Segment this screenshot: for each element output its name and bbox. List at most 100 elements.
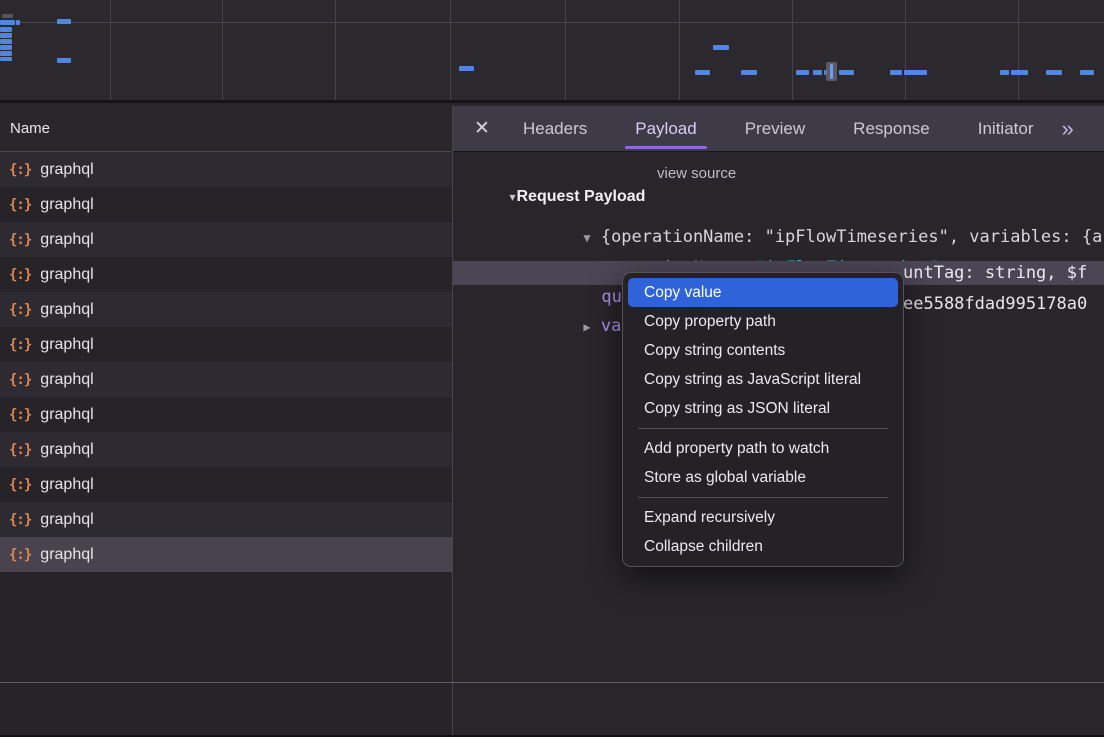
json-file-icon: {:} xyxy=(9,232,31,248)
tab-preview[interactable]: Preview xyxy=(721,106,829,151)
menu-item-expand-recursively[interactable]: Expand recursively xyxy=(628,503,898,532)
tab-payload[interactable]: Payload xyxy=(611,106,720,151)
tab-label: Initiator xyxy=(978,119,1034,139)
tab-label: Headers xyxy=(523,119,587,139)
json-file-icon: {:} xyxy=(9,267,31,283)
overview-request-bar xyxy=(0,51,12,56)
menu-item-copy-string-as-javascript-literal[interactable]: Copy string as JavaScript literal xyxy=(628,365,898,394)
json-file-icon: {:} xyxy=(9,162,31,178)
tab-label: Payload xyxy=(635,119,696,139)
section-title: Request Payload xyxy=(516,188,645,205)
tab-headers[interactable]: Headers xyxy=(499,106,611,151)
request-name: graphql xyxy=(40,476,93,494)
table-row[interactable]: {:} graphql xyxy=(0,362,452,397)
menu-item-add-property-path-to-watch[interactable]: Add property path to watch xyxy=(628,434,898,463)
request-name: graphql xyxy=(40,406,93,424)
menu-item-store-as-global-variable[interactable]: Store as global variable xyxy=(628,463,898,492)
overview-request-bar xyxy=(741,70,757,75)
menu-item-copy-string-contents[interactable]: Copy string contents xyxy=(628,336,898,365)
json-file-icon: {:} xyxy=(9,477,31,493)
menu-item-copy-string-as-json-literal[interactable]: Copy string as JSON literal xyxy=(628,394,898,423)
menu-separator xyxy=(638,428,888,429)
json-file-icon: {:} xyxy=(9,547,31,563)
request-name: graphql xyxy=(40,196,93,214)
requests-list: {:} graphql {:} graphql {:} graphql {:} graphql… xyxy=(0,152,452,572)
overview-request-bar xyxy=(890,70,902,75)
more-tabs-icon[interactable]: » xyxy=(1061,116,1073,142)
request-name: graphql xyxy=(40,371,93,389)
devtools-window: Name {:}graphql{:}graphql{:}graphql{:}gr… xyxy=(0,0,1104,737)
json-file-icon: {:} xyxy=(9,512,31,528)
overview-request-bar xyxy=(0,33,12,38)
overview-request-bar xyxy=(0,57,12,61)
overview-gridline xyxy=(450,0,451,100)
requests-panel: Name {:}graphql{:}graphql{:}graphql{:}gr… xyxy=(0,106,453,737)
menu-item-copy-value[interactable]: Copy value xyxy=(628,278,898,307)
overview-gridline xyxy=(792,0,793,100)
view-source-link[interactable]: view source xyxy=(657,164,736,184)
table-row[interactable]: {:} graphql xyxy=(0,502,452,537)
request-name: graphql xyxy=(40,231,93,249)
menu-item-collapse-children[interactable]: Collapse children xyxy=(628,532,898,561)
json-file-icon: {:} xyxy=(9,442,31,458)
table-row[interactable]: {:}graphql xyxy=(0,397,452,432)
active-tab-underline xyxy=(625,146,706,149)
request-name: graphql xyxy=(40,546,93,564)
close-icon[interactable]: ✕ xyxy=(471,117,493,140)
overview-request-bar xyxy=(1000,70,1009,75)
json-file-icon: {:} xyxy=(9,337,31,353)
overview-request-bar xyxy=(796,70,809,75)
request-name: graphql xyxy=(40,441,93,459)
overview-pending-bar xyxy=(2,14,13,18)
overview-request-bar xyxy=(459,66,474,71)
overview-request-bar xyxy=(904,70,927,75)
tab-label: Response xyxy=(853,119,930,139)
json-file-icon: {:} xyxy=(9,302,31,318)
section-collapse-triangle-icon[interactable]: ▾ xyxy=(509,190,515,204)
table-row[interactable]: {:} graphql xyxy=(0,432,452,467)
menu-separator xyxy=(638,497,888,498)
overview-request-bar xyxy=(0,27,12,32)
collapsed-triangle-icon[interactable]: ▶ xyxy=(583,320,590,334)
overview-request-bar xyxy=(0,45,12,50)
overview-gridline xyxy=(905,0,906,100)
table-row[interactable]: {:} graphql xyxy=(0,152,452,187)
json-file-icon: {:} xyxy=(9,197,31,213)
tab-initiator[interactable]: Initiator xyxy=(954,106,1058,151)
menu-item-copy-property-path[interactable]: Copy property path xyxy=(628,307,898,336)
table-row[interactable]: {:}graphql xyxy=(0,257,452,292)
table-row[interactable]: {:} graphql xyxy=(0,327,452,362)
overview-request-bar xyxy=(695,70,710,75)
overview-marker-line xyxy=(830,64,833,79)
overview-gridline xyxy=(222,0,223,100)
tab-response[interactable]: Response xyxy=(829,106,954,151)
overview-gridline xyxy=(679,0,680,100)
table-row[interactable]: {:} graphql xyxy=(0,537,452,572)
variables-row-right-fragment: ee5588fdad995178a0 xyxy=(903,293,1087,315)
request-name: graphql xyxy=(40,161,93,179)
overview-request-bar xyxy=(713,45,729,50)
table-row[interactable]: {:} graphql xyxy=(0,292,452,327)
name-column-header[interactable]: Name xyxy=(0,106,452,152)
request-name: graphql xyxy=(40,511,93,529)
overview-gridline xyxy=(1018,0,1019,100)
overview-gridline xyxy=(335,0,336,100)
tab-strip: Headers Payload Preview Response Initiator xyxy=(499,106,1057,151)
table-row[interactable]: {:} graphql xyxy=(0,222,452,257)
table-row[interactable]: {:} graphql xyxy=(0,187,452,222)
query-row-right-fragment: untTag: string, $f xyxy=(903,261,1087,285)
network-overview[interactable] xyxy=(0,0,1104,103)
overview-request-bar xyxy=(0,39,12,44)
overview-horizontal-gridline xyxy=(0,22,1104,23)
overview-request-bar xyxy=(57,58,71,63)
overview-request-bar xyxy=(57,19,71,24)
overview-request-bar xyxy=(813,70,822,75)
overview-gridline xyxy=(110,0,111,100)
request-name: graphql xyxy=(40,301,93,319)
request-name: graphql xyxy=(40,336,93,354)
json-file-icon: {:} xyxy=(9,372,31,388)
footer-separator xyxy=(0,682,1104,683)
table-row[interactable]: {:} graphql xyxy=(0,467,452,502)
overview-request-bar xyxy=(1011,70,1028,75)
overview-request-bar xyxy=(839,70,854,75)
